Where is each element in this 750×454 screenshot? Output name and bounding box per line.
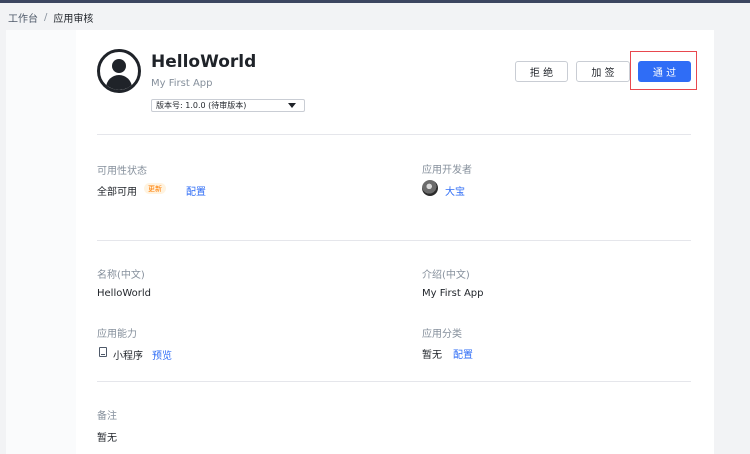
developer-label: 应用开发者 xyxy=(422,165,472,176)
capability-label: 应用能力 xyxy=(97,329,137,340)
caret-down-icon xyxy=(288,103,296,108)
capability-value: 小程序 xyxy=(113,351,143,362)
mini-program-icon xyxy=(99,347,107,357)
name-value: HelloWorld xyxy=(97,288,152,299)
divider xyxy=(97,381,691,382)
category-value: 暂无 xyxy=(422,350,442,361)
breadcrumb: 工作台 / 应用审核 xyxy=(8,10,93,25)
availability-value: 全部可用 xyxy=(97,187,137,198)
intro-value: My First App xyxy=(422,288,484,299)
category-label: 应用分类 xyxy=(422,329,462,340)
top-bar xyxy=(0,0,750,3)
app-subtitle: My First App xyxy=(151,78,213,89)
breadcrumb-current: 应用审核 xyxy=(53,14,94,25)
pass-button[interactable]: 通 过 xyxy=(638,61,691,82)
developer-avatar xyxy=(422,180,438,196)
update-badge: 更新 xyxy=(144,183,166,194)
capability-preview-link[interactable]: 预览 xyxy=(152,347,172,362)
remark-label: 备注 xyxy=(97,411,117,422)
divider xyxy=(97,134,691,135)
app-detail-card xyxy=(76,30,714,454)
availability-label: 可用性状态 xyxy=(97,166,147,177)
add-sign-button[interactable]: 加 签 xyxy=(576,61,630,82)
intro-label: 介绍(中文) xyxy=(422,270,470,281)
category-config-link[interactable]: 配置 xyxy=(453,346,473,361)
app-title: HelloWorld xyxy=(151,52,257,72)
reject-button[interactable]: 拒 绝 xyxy=(515,61,568,82)
version-select-value: 版本号: 1.0.0 (待审版本) xyxy=(156,101,247,110)
version-select[interactable]: 版本号: 1.0.0 (待审版本) xyxy=(151,99,305,112)
name-label: 名称(中文) xyxy=(97,270,145,281)
remark-value: 暂无 xyxy=(97,433,117,444)
breadcrumb-root[interactable]: 工作台 xyxy=(8,10,38,25)
developer-name-link[interactable]: 大宝 xyxy=(445,183,465,198)
divider xyxy=(97,240,691,241)
app-avatar-icon xyxy=(97,49,141,93)
availability-config-link[interactable]: 配置 xyxy=(186,183,206,198)
breadcrumb-separator: / xyxy=(44,12,48,23)
